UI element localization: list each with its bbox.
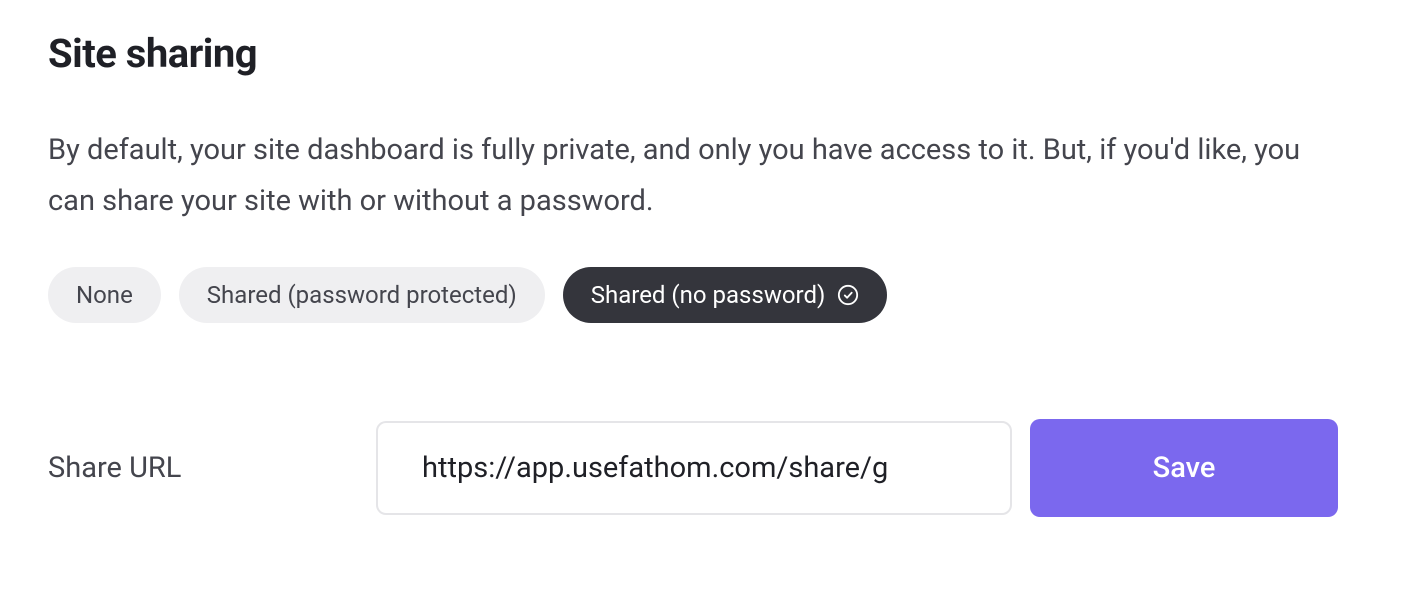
option-none[interactable]: None: [48, 267, 161, 323]
share-url-label: Share URL: [48, 451, 376, 485]
option-shared-password-label: Shared (password protected): [207, 281, 517, 309]
page-title: Site sharing: [48, 30, 1360, 77]
option-shared-no-password[interactable]: Shared (no password): [563, 267, 888, 323]
sharing-option-group: None Shared (password protected) Shared …: [48, 267, 1360, 323]
option-none-label: None: [76, 281, 133, 309]
share-url-input[interactable]: [376, 421, 1012, 515]
page-description: By default, your site dashboard is fully…: [48, 125, 1338, 227]
option-shared-no-password-label: Shared (no password): [591, 281, 826, 309]
check-circle-icon: [837, 284, 859, 306]
share-url-row: Share URL Save: [48, 419, 1360, 517]
save-button[interactable]: Save: [1030, 419, 1338, 517]
option-shared-password[interactable]: Shared (password protected): [179, 267, 545, 323]
